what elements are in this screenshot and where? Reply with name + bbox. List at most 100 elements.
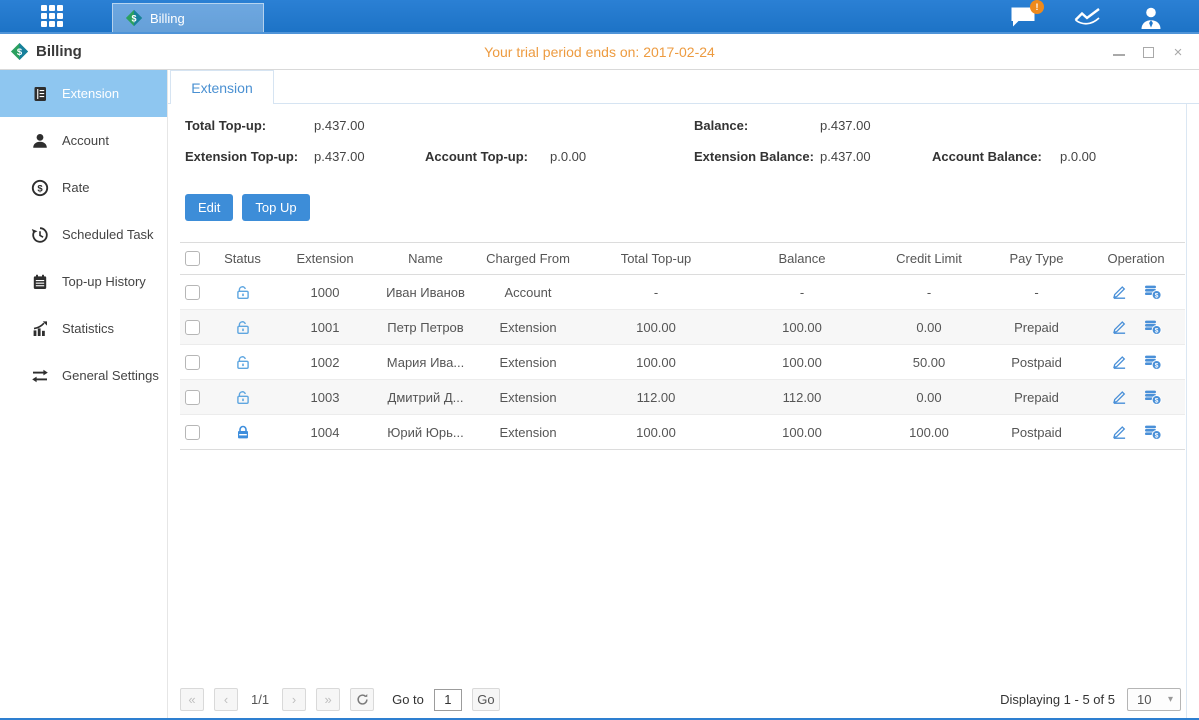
extension-balance-label: Extension Balance: — [694, 149, 814, 164]
column-header: Name — [375, 251, 476, 266]
topup-icon[interactable]: $ — [1144, 424, 1162, 440]
sidebar-item-statistics[interactable]: Statistics — [0, 305, 167, 352]
column-header: Status — [210, 251, 275, 266]
topup-icon[interactable]: $ — [1144, 354, 1162, 370]
balance-cell: 100.00 — [732, 355, 872, 370]
svg-text:$: $ — [1154, 362, 1158, 369]
extension-topup-label: Extension Top-up: — [185, 149, 298, 164]
edit-button[interactable]: Edit — [185, 194, 233, 221]
balance-cell: 100.00 — [732, 425, 872, 440]
user-icon — [1139, 6, 1163, 29]
edit-icon[interactable] — [1111, 284, 1128, 300]
notifications-button[interactable]: ! — [1010, 6, 1036, 28]
topup-icon[interactable]: $ — [1144, 389, 1162, 405]
top-up-button[interactable]: Top Up — [242, 194, 309, 221]
sidebar-item-extension[interactable]: Extension — [0, 70, 167, 117]
trial-notice: Your trial period ends on: 2017-02-24 — [0, 44, 1199, 60]
goto-page-input[interactable] — [434, 689, 462, 711]
total-topup-cell: 100.00 — [580, 425, 732, 440]
svg-text:$: $ — [131, 13, 136, 23]
balance-cell: - — [732, 285, 872, 300]
name-cell: Юрий Юрь... — [375, 425, 476, 440]
tab-extension[interactable]: Extension — [170, 70, 274, 104]
extension-balance-value: p.437.00 — [820, 149, 871, 164]
page-size-dropdown[interactable]: 10 ▾ — [1127, 688, 1181, 711]
status-cell — [210, 354, 275, 370]
balance-label: Balance: — [694, 118, 748, 133]
next-page-button[interactable]: › — [282, 688, 306, 711]
locked-icon — [235, 424, 251, 440]
edit-icon[interactable] — [1111, 354, 1128, 370]
go-button[interactable]: Go — [472, 688, 500, 711]
tab-strip: Extension — [168, 70, 1199, 104]
edit-icon[interactable] — [1111, 424, 1128, 440]
edit-icon[interactable] — [1111, 319, 1128, 335]
window-titlebar: $ Billing Your trial period ends on: 201… — [0, 34, 1199, 70]
apps-grid-button[interactable] — [0, 0, 104, 32]
row-checkbox[interactable] — [185, 390, 200, 405]
extension-icon — [30, 84, 49, 103]
row-checkbox[interactable] — [185, 425, 200, 440]
minimize-icon[interactable] — [1113, 48, 1125, 56]
monitor-button[interactable] — [1074, 7, 1101, 27]
edit-icon[interactable] — [1111, 389, 1128, 405]
row-checkbox[interactable] — [185, 320, 200, 335]
sidebar-item-account[interactable]: Account — [0, 117, 167, 164]
pay-type-cell: Postpaid — [986, 355, 1087, 370]
billing-diamond-icon: $ — [125, 9, 143, 27]
charged-from-cell: Extension — [476, 390, 580, 405]
select-all-checkbox[interactable] — [185, 251, 200, 266]
refresh-button[interactable] — [350, 688, 374, 711]
credit-limit-cell: 0.00 — [872, 320, 986, 335]
account-balance-label: Account Balance: — [932, 149, 1042, 164]
row-checkbox[interactable] — [185, 355, 200, 370]
unlocked-icon — [235, 389, 251, 405]
maximize-icon[interactable] — [1143, 47, 1154, 58]
extension-cell: 1002 — [275, 355, 375, 370]
topup-icon[interactable]: $ — [1144, 284, 1162, 300]
sidebar-item-topup-history[interactable]: Top-up History — [0, 258, 167, 305]
sidebar-item-label: Account — [62, 133, 109, 148]
line-chart-icon — [1074, 7, 1101, 27]
table-row: 1002 Мария Ива... Extension 100.00 100.0… — [180, 345, 1185, 380]
refresh-icon — [356, 693, 369, 706]
account-topup-value: p.0.00 — [550, 149, 586, 164]
credit-limit-cell: 50.00 — [872, 355, 986, 370]
balance-value: p.437.00 — [820, 118, 871, 133]
svg-text:$: $ — [1154, 397, 1158, 404]
sidebar-item-general-settings[interactable]: General Settings — [0, 352, 167, 399]
row-checkbox[interactable] — [185, 285, 200, 300]
column-header: Credit Limit — [872, 251, 986, 266]
main-content: Extension Total Top-up: p.437.00 Balance… — [168, 70, 1199, 718]
sidebar-item-rate[interactable]: $ Rate — [0, 164, 167, 211]
pay-type-cell: Prepaid — [986, 320, 1087, 335]
chevron-down-icon: ▾ — [1168, 694, 1173, 705]
rate-icon: $ — [30, 178, 49, 197]
user-menu-button[interactable] — [1139, 6, 1163, 29]
column-header: Balance — [732, 251, 872, 266]
topup-history-icon — [30, 272, 49, 291]
svg-text:$: $ — [1154, 292, 1158, 299]
table-row: 1004 Юрий Юрь... Extension 100.00 100.00… — [180, 415, 1185, 450]
summary-panel: Total Top-up: p.437.00 Balance: p.437.00… — [168, 104, 1199, 180]
column-header: Pay Type — [986, 251, 1087, 266]
topup-icon[interactable]: $ — [1144, 319, 1162, 335]
credit-limit-cell: 100.00 — [872, 425, 986, 440]
prev-page-button[interactable]: ‹ — [214, 688, 238, 711]
name-cell: Мария Ива... — [375, 355, 476, 370]
total-topup-cell: - — [580, 285, 732, 300]
column-header: Extension — [275, 251, 375, 266]
first-page-button[interactable]: « — [180, 688, 204, 711]
sidebar-item-scheduled-task[interactable]: Scheduled Task — [0, 211, 167, 258]
table-row: 1000 Иван Иванов Account - - - - $ — [180, 275, 1185, 310]
taskbar-tab-billing[interactable]: $ Billing — [112, 3, 264, 32]
charged-from-cell: Account — [476, 285, 580, 300]
close-icon[interactable]: × — [1171, 45, 1185, 59]
pay-type-cell: - — [986, 285, 1087, 300]
last-page-button[interactable]: » — [316, 688, 340, 711]
account-icon — [30, 131, 49, 150]
page-size-value: 10 — [1137, 692, 1151, 707]
balance-cell: 100.00 — [732, 320, 872, 335]
name-cell: Дмитрий Д... — [375, 390, 476, 405]
charged-from-cell: Extension — [476, 320, 580, 335]
